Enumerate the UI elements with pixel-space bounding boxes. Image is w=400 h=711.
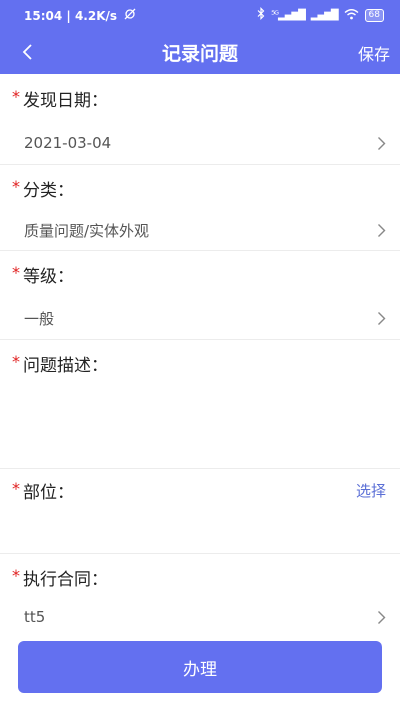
date-value: 2021-03-04 bbox=[24, 134, 112, 152]
chevron-right-icon bbox=[377, 311, 386, 326]
status-separator: | bbox=[66, 8, 75, 23]
cellular-signal-1-icon: ⁵ᴳ▂▄▆█ bbox=[271, 9, 306, 21]
status-time: 15:04 bbox=[24, 8, 63, 23]
date-field-label: * 发现日期： bbox=[0, 74, 400, 122]
save-button[interactable]: 保存 bbox=[358, 41, 390, 65]
status-bar: 15:04 | 4.2K/s ⁵ᴳ▂▄▆█ ▂▄▆█ 68 bbox=[0, 0, 400, 30]
date-picker[interactable]: 2021-03-04 bbox=[0, 122, 400, 164]
sync-off-icon bbox=[124, 8, 136, 23]
description-label: 问题描述： bbox=[23, 355, 108, 376]
location-label-group: * 部位： bbox=[12, 478, 74, 503]
category-label: 分类： bbox=[23, 180, 74, 201]
required-mark: * bbox=[12, 176, 20, 196]
nav-bar: 记录问题 保存 bbox=[0, 30, 400, 74]
cellular-signal-2-icon: ▂▄▆█ bbox=[310, 9, 339, 21]
problem-form: * 发现日期： 2021-03-04 * 分类： 质量问题/实体外观 * 等级：… bbox=[0, 74, 400, 634]
contract-picker[interactable]: tt5 bbox=[0, 600, 400, 634]
description-field-label: * 问题描述： bbox=[0, 340, 400, 386]
battery-icon: 68 bbox=[364, 8, 384, 22]
status-left: 15:04 | 4.2K/s bbox=[24, 8, 136, 23]
date-label: 发现日期： bbox=[23, 90, 108, 111]
level-field-label: * 等级： bbox=[0, 251, 400, 297]
bluetooth-icon bbox=[257, 7, 265, 23]
required-mark: * bbox=[12, 86, 20, 106]
category-picker[interactable]: 质量问题/实体外观 bbox=[0, 211, 400, 250]
location-label: 部位： bbox=[23, 482, 74, 503]
category-value: 质量问题/实体外观 bbox=[24, 222, 150, 240]
chevron-right-icon bbox=[377, 136, 386, 151]
back-button[interactable] bbox=[14, 38, 40, 66]
status-right: ⁵ᴳ▂▄▆█ ▂▄▆█ 68 bbox=[257, 7, 384, 23]
required-mark: * bbox=[12, 351, 20, 371]
location-value-area bbox=[0, 511, 400, 553]
submit-button[interactable]: 办理 bbox=[18, 641, 382, 693]
contract-value: tt5 bbox=[24, 608, 46, 626]
contract-field-label: * 执行合同： bbox=[0, 554, 400, 600]
chevron-right-icon bbox=[377, 610, 386, 625]
select-location-link[interactable]: 选择 bbox=[356, 480, 386, 501]
chevron-right-icon bbox=[377, 223, 386, 238]
chevron-left-icon bbox=[22, 44, 32, 60]
location-field-label: * 部位： 选择 bbox=[0, 469, 400, 511]
description-textarea[interactable] bbox=[0, 386, 400, 468]
required-mark: * bbox=[12, 565, 20, 585]
required-mark: * bbox=[12, 262, 20, 282]
level-value: 一般 bbox=[24, 309, 55, 328]
wifi-icon bbox=[344, 8, 359, 23]
page-title: 记录问题 bbox=[161, 42, 238, 65]
required-mark: * bbox=[12, 478, 20, 498]
level-picker[interactable]: 一般 bbox=[0, 297, 400, 339]
contract-label: 执行合同： bbox=[23, 569, 108, 590]
level-label: 等级： bbox=[23, 266, 74, 287]
network-speed: 4.2K/s bbox=[74, 8, 118, 23]
category-field-label: * 分类： bbox=[0, 165, 400, 211]
